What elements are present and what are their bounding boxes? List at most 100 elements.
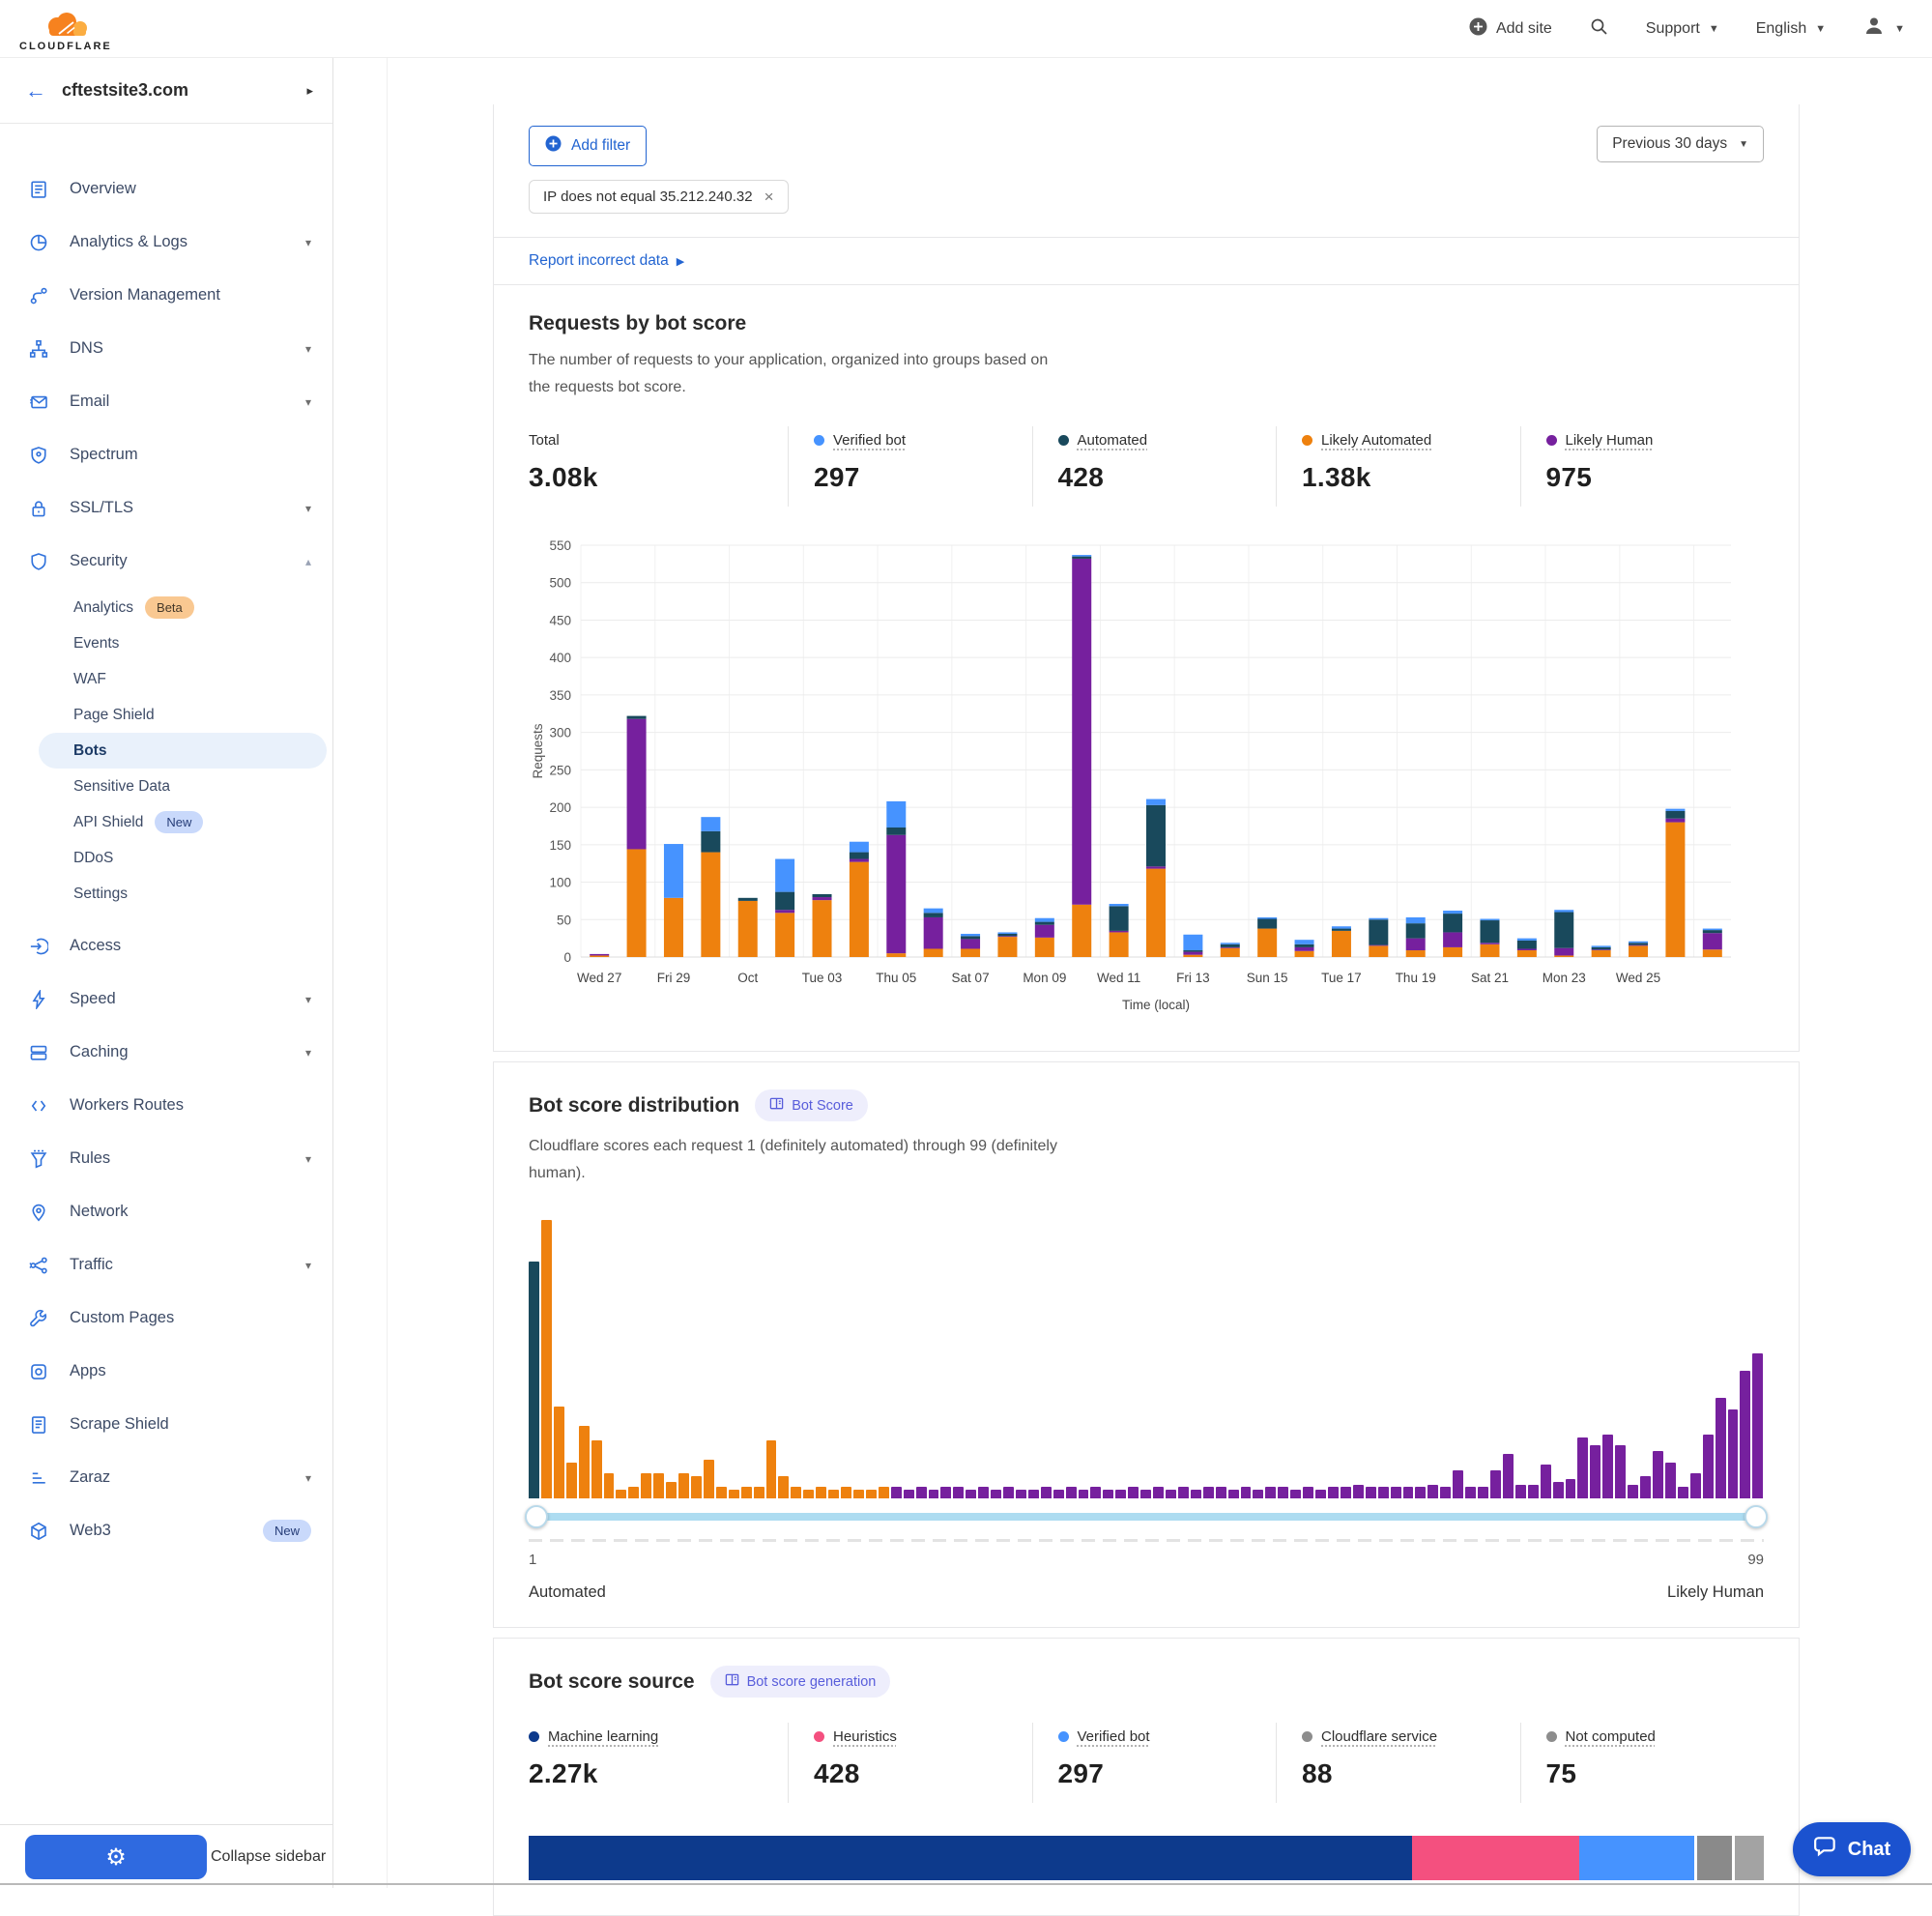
- bot-score-generation-doc-badge[interactable]: Bot score generation: [710, 1666, 891, 1698]
- hist-bar-score-21: [778, 1476, 789, 1498]
- hist-bar-score-64: [1315, 1490, 1326, 1498]
- sidebar-item-security[interactable]: Security▴: [0, 535, 332, 588]
- sidebar-item-scrape-shield[interactable]: Scrape Shield: [0, 1398, 332, 1451]
- sidebar-item-dns[interactable]: DNS▾: [0, 322, 332, 375]
- hist-bar-score-25: [828, 1490, 839, 1498]
- speed-icon: [29, 990, 48, 1009]
- hist-bar-score-29: [879, 1487, 889, 1498]
- sidebar-item-rules[interactable]: Rules▾: [0, 1132, 332, 1185]
- slider-handle-max[interactable]: [1745, 1505, 1768, 1528]
- site-header: ← cftestsite3.com ▸: [0, 58, 332, 124]
- hist-bar-score-42: [1041, 1487, 1052, 1498]
- hist-bar-score-48: [1115, 1490, 1126, 1498]
- overview-icon: [29, 180, 48, 199]
- support-menu[interactable]: Support ▼: [1646, 20, 1719, 38]
- panel-description: Cloudflare scores each request 1 (defini…: [529, 1133, 1070, 1187]
- svg-text:Wed 27: Wed 27: [577, 971, 621, 985]
- sidebar-item-overview[interactable]: Overview: [0, 162, 332, 216]
- date-range-dropdown[interactable]: Previous 30 days ▼: [1597, 126, 1764, 162]
- hist-bar-score-5: [579, 1426, 590, 1498]
- sidebar-item-traffic[interactable]: Traffic▾: [0, 1238, 332, 1292]
- sidebar-item-email[interactable]: Email▾: [0, 375, 332, 428]
- sidebar-item-events[interactable]: Events: [39, 625, 327, 661]
- site-name: cftestsite3.com: [62, 80, 291, 101]
- source-stacked-bar: [529, 1836, 1764, 1880]
- sidebar-item-zaraz[interactable]: Zaraz▾: [0, 1451, 332, 1504]
- hist-bar-score-96: [1716, 1398, 1726, 1498]
- sidebar-item-bots[interactable]: Bots: [39, 733, 327, 769]
- hist-bar-score-9: [628, 1487, 639, 1498]
- svg-text:Sun 15: Sun 15: [1247, 971, 1288, 985]
- bot-score-doc-badge[interactable]: Bot Score: [755, 1089, 868, 1121]
- hist-bar-score-6: [591, 1440, 602, 1498]
- sidebar-item-network[interactable]: Network: [0, 1185, 332, 1238]
- legend-dot: [1546, 435, 1557, 446]
- hist-bar-score-56: [1216, 1487, 1226, 1498]
- back-arrow-icon[interactable]: ←: [25, 78, 46, 103]
- bot-score-histogram: [529, 1216, 1764, 1498]
- sidebar-item-access[interactable]: Access: [0, 919, 332, 973]
- account-menu[interactable]: ▼: [1862, 15, 1905, 43]
- new-badge: New: [155, 811, 203, 833]
- new-badge: New: [263, 1520, 311, 1542]
- sidebar-item-page-shield[interactable]: Page Shield: [39, 697, 327, 733]
- hist-bar-score-23: [803, 1490, 814, 1498]
- sidebar-item-web3[interactable]: Web3New: [0, 1504, 332, 1557]
- sidebar-item-caching[interactable]: Caching▾: [0, 1026, 332, 1079]
- sidebar-item-ddos[interactable]: DDoS: [39, 840, 327, 876]
- hist-bar-score-14: [691, 1476, 702, 1498]
- source-seg-not-computed: [1735, 1836, 1764, 1880]
- sidebar-item-sensitive-data[interactable]: Sensitive Data: [39, 769, 327, 804]
- hist-bar-score-8: [616, 1490, 626, 1498]
- close-icon[interactable]: ×: [764, 189, 774, 205]
- sidebar-item-ssl-tls[interactable]: SSL/TLS▾: [0, 481, 332, 535]
- sidebar-item-spectrum[interactable]: Spectrum: [0, 428, 332, 481]
- svg-text:50: 50: [557, 913, 571, 927]
- slider-min-value: 1: [529, 1552, 536, 1568]
- hist-bar-score-11: [653, 1473, 664, 1498]
- svg-text:Sat 21: Sat 21: [1471, 971, 1509, 985]
- sidebar-item-custom-pages[interactable]: Custom Pages: [0, 1292, 332, 1345]
- top-header: CLOUDFLARE Add site Support ▼ English ▼: [0, 0, 1932, 58]
- hist-bar-score-91: [1653, 1451, 1663, 1498]
- version-icon: [29, 286, 48, 305]
- report-incorrect-data-link[interactable]: Report incorrect data ▶: [529, 252, 684, 270]
- add-filter-button[interactable]: Add filter: [529, 126, 647, 166]
- add-site-button[interactable]: Add site: [1469, 17, 1552, 41]
- network-icon: [29, 1203, 48, 1222]
- svg-text:Tue 03: Tue 03: [802, 971, 843, 985]
- hist-bar-score-94: [1690, 1473, 1701, 1498]
- filter-chip[interactable]: IP does not equal 35.212.240.32 ×: [529, 180, 789, 214]
- hist-bar-score-35: [953, 1487, 964, 1498]
- stat-not-computed: Not computed75: [1520, 1723, 1765, 1803]
- collapse-sidebar-button[interactable]: Collapse sidebar: [211, 1848, 326, 1866]
- slider-handle-min[interactable]: [525, 1505, 548, 1528]
- settings-gear-button[interactable]: ⚙: [25, 1835, 207, 1879]
- source-seg-verified-bot: [1579, 1836, 1695, 1880]
- sidebar-item-analytics[interactable]: AnalyticsBeta: [39, 590, 327, 625]
- hist-bar-score-34: [940, 1487, 951, 1498]
- sidebar-item-version-management[interactable]: Version Management: [0, 269, 332, 322]
- sidebar-item-apps[interactable]: Apps: [0, 1345, 332, 1398]
- search-button[interactable]: [1589, 16, 1609, 42]
- user-icon: [1862, 15, 1886, 43]
- sidebar-item-api-shield[interactable]: API ShieldNew: [39, 804, 327, 840]
- analytics-icon: [29, 233, 48, 252]
- legend-dot: [529, 1731, 539, 1742]
- hist-bar-score-86: [1590, 1445, 1600, 1498]
- svg-text:Wed 25: Wed 25: [1616, 971, 1660, 985]
- sidebar-item-workers-routes[interactable]: Workers Routes: [0, 1079, 332, 1132]
- cloudflare-logo[interactable]: CLOUDFLARE: [19, 12, 112, 52]
- language-menu[interactable]: English ▼: [1756, 20, 1826, 38]
- sidebar-item-settings[interactable]: Settings: [39, 876, 327, 912]
- sidebar: ← cftestsite3.com ▸ OverviewAnalytics & …: [0, 58, 333, 1888]
- chevron-down-icon: ▼: [1815, 23, 1826, 35]
- dns-icon: [29, 339, 48, 359]
- chat-button[interactable]: Chat: [1793, 1822, 1911, 1876]
- hist-bar-score-79: [1503, 1454, 1514, 1498]
- sidebar-item-waf[interactable]: WAF: [39, 661, 327, 697]
- chevron-right-icon[interactable]: ▸: [306, 83, 313, 99]
- hist-bar-score-41: [1028, 1490, 1039, 1498]
- sidebar-item-speed[interactable]: Speed▾: [0, 973, 332, 1026]
- sidebar-item-analytics-logs[interactable]: Analytics & Logs▾: [0, 216, 332, 269]
